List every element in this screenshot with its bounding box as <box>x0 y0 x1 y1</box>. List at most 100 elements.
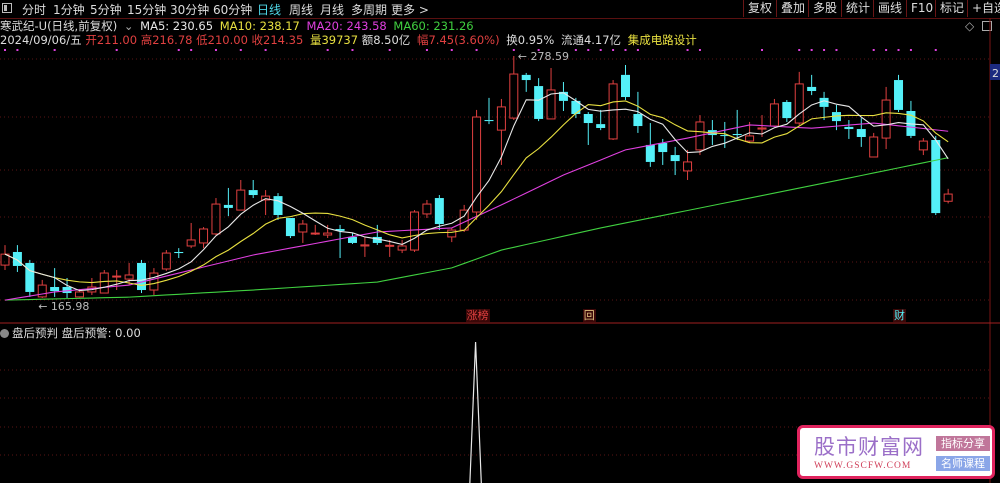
indicator-value: 盘后预警: 0.00 <box>61 326 141 340</box>
watermark-url: WWW.GSCFW.COM <box>814 461 912 471</box>
candle-up <box>360 244 370 247</box>
candle-up <box>943 193 953 202</box>
candle-up <box>881 99 891 139</box>
candle-down <box>174 251 184 254</box>
candle-up <box>745 135 755 142</box>
candle-down <box>248 190 258 196</box>
axis-price-tag-label: 2 <box>992 67 999 80</box>
watermark-title: 股市财富网 <box>814 435 924 459</box>
event-tag[interactable]: 回 <box>582 309 596 322</box>
event-marker <box>450 49 453 51</box>
event-marker <box>326 49 329 51</box>
event-marker <box>351 49 354 51</box>
event-marker <box>388 49 391 51</box>
candle-down <box>732 133 742 136</box>
event-marker <box>599 49 602 51</box>
candle-down <box>894 80 904 110</box>
event-marker <box>512 49 515 51</box>
candle-up <box>496 106 506 131</box>
event-marker <box>115 49 118 51</box>
event-marker <box>264 49 267 51</box>
event-marker <box>934 49 937 51</box>
candle-down <box>285 218 295 237</box>
event-tag[interactable]: 涨榜 <box>465 309 490 322</box>
candle-up <box>99 272 109 294</box>
candle-down <box>621 74 630 98</box>
candle-up <box>199 228 209 244</box>
candle-down <box>484 120 494 122</box>
event-marker <box>698 49 701 51</box>
candle-up <box>757 127 767 130</box>
event-marker <box>587 49 590 51</box>
candle-up <box>149 272 159 291</box>
candle-down <box>670 155 680 162</box>
candle-up <box>422 203 432 215</box>
candle-up <box>869 136 879 158</box>
event-marker <box>177 49 180 51</box>
candle-down <box>658 143 668 153</box>
watermark-badge-course: 名师课程 <box>936 456 990 471</box>
event-marker <box>214 49 217 51</box>
event-marker <box>823 49 826 51</box>
event-marker <box>425 49 428 51</box>
event-marker <box>239 49 242 51</box>
candle-down <box>782 101 792 119</box>
candle-down <box>50 287 60 292</box>
candle-down <box>596 124 606 128</box>
indicator-name: 盘后预判 <box>12 326 58 340</box>
candle-up <box>447 229 457 238</box>
event-marker <box>475 49 478 51</box>
event-marker <box>636 49 639 51</box>
candle-up <box>385 244 395 247</box>
candle-up <box>918 140 928 151</box>
candle-down <box>844 126 854 130</box>
event-marker <box>16 49 19 51</box>
kline-chart: 2 ← 278.59 ← 165.98 <box>0 18 1000 483</box>
candle-up <box>410 211 420 251</box>
ma10-line <box>4 100 949 286</box>
event-marker <box>885 49 888 51</box>
event-marker <box>612 49 615 51</box>
candle-down <box>273 196 283 216</box>
candle-up <box>37 284 47 298</box>
candle-down <box>807 86 817 92</box>
event-marker <box>909 49 912 51</box>
candle-down <box>645 144 655 162</box>
event-marker <box>872 49 875 51</box>
candle-down <box>347 236 357 243</box>
event-marker <box>810 49 813 51</box>
candle-down <box>534 86 544 119</box>
candle-up <box>211 203 221 235</box>
low-price-label: ← 165.98 <box>38 300 89 313</box>
candle-up <box>509 73 519 119</box>
candle-up <box>298 223 308 233</box>
event-marker <box>761 49 764 51</box>
event-marker <box>53 49 56 51</box>
candle-down <box>223 204 233 208</box>
sub-indicator-label: 盘后预判 盘后预警: 0.00 <box>0 325 141 341</box>
ma5-line <box>4 92 949 292</box>
candle-up <box>397 245 407 251</box>
event-marker <box>190 49 193 51</box>
watermark-logo: 股市财富网 WWW.GSCFW.COM 指标分享 名师课程 <box>797 425 995 479</box>
candle-down <box>583 114 593 124</box>
event-marker <box>4 49 6 51</box>
high-price-label: ← 278.59 <box>518 50 569 63</box>
candle-up <box>74 291 84 298</box>
candle-up <box>769 103 779 127</box>
candle-up <box>608 83 618 140</box>
event-marker <box>798 49 801 51</box>
collapse-icon[interactable] <box>0 329 9 338</box>
candle-up <box>310 232 320 235</box>
event-marker <box>574 49 577 51</box>
event-marker <box>686 49 689 51</box>
candle-down <box>521 74 531 81</box>
event-marker <box>897 49 900 51</box>
event-marker <box>835 49 838 51</box>
candle-down <box>856 129 866 138</box>
event-tag[interactable]: 财 <box>893 309 907 322</box>
candle-up <box>186 239 196 247</box>
candle-up <box>161 252 171 270</box>
candle-up <box>112 275 122 278</box>
candle-down <box>434 198 444 225</box>
